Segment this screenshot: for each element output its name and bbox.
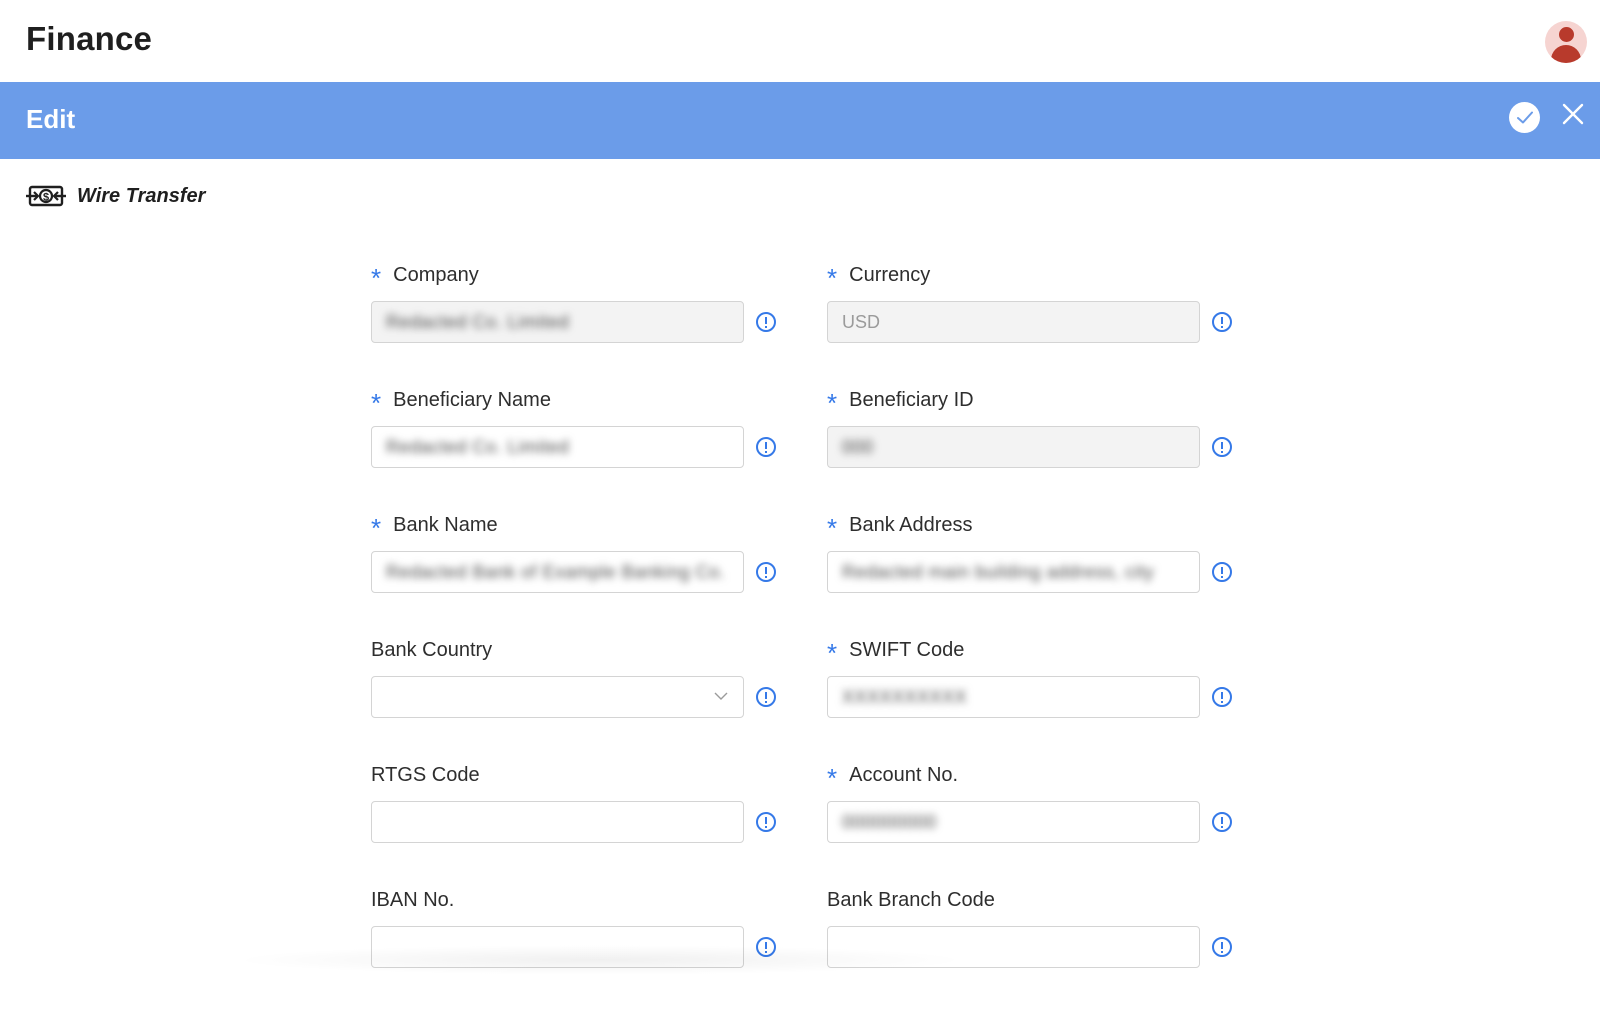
info-icon[interactable] (1212, 437, 1232, 457)
swift-code-input[interactable]: XXXXXXXXXX (827, 676, 1200, 718)
edit-title: Edit (26, 104, 76, 134)
beneficiary-id-field: * Beneficiary ID 000 (827, 386, 1247, 486)
info-icon[interactable] (756, 687, 776, 707)
beneficiary-id-label: * Beneficiary ID (827, 388, 974, 418)
rtgs-code-input[interactable] (371, 801, 744, 843)
bank-branch-code-label: Bank Branch Code (827, 888, 995, 911)
required-mark: * (827, 763, 838, 793)
required-mark: * (827, 638, 838, 668)
user-avatar[interactable] (1545, 21, 1587, 63)
section-title: $ Wire Transfer (26, 181, 205, 211)
beneficiary-id-input[interactable]: 000 (827, 426, 1200, 468)
info-icon[interactable] (1212, 562, 1232, 582)
info-icon[interactable] (756, 312, 776, 332)
currency-field: * Currency USD (827, 261, 1247, 361)
account-no-label: * Account No. (827, 763, 959, 793)
info-icon[interactable] (756, 437, 776, 457)
info-icon[interactable] (1212, 937, 1232, 957)
required-mark: * (827, 513, 838, 543)
chevron-down-icon (714, 692, 728, 700)
required-mark: * (827, 388, 838, 418)
app-title: Finance (26, 20, 153, 57)
avatar-head (1559, 27, 1574, 42)
avatar-body (1551, 45, 1581, 63)
swift-code-label: * SWIFT Code (827, 638, 965, 668)
bottom-shadow (230, 945, 970, 975)
rtgs-code-label: RTGS Code (371, 763, 480, 786)
top-bar: Finance (0, 0, 1600, 82)
close-icon (1562, 103, 1584, 125)
currency-input[interactable]: USD (827, 301, 1200, 343)
required-mark: * (827, 263, 838, 293)
beneficiary-name-label: * Beneficiary Name (371, 388, 551, 418)
confirm-button[interactable] (1509, 102, 1540, 133)
bank-country-label: Bank Country (371, 638, 493, 661)
check-icon (1517, 111, 1533, 124)
info-icon[interactable] (756, 812, 776, 832)
bank-address-input[interactable]: Redacted main building address, city (827, 551, 1200, 593)
beneficiary-name-field: * Beneficiary Name Redacted Co. Limited (371, 386, 791, 486)
iban-no-label: IBAN No. (371, 888, 455, 911)
info-icon[interactable] (1212, 312, 1232, 332)
company-input[interactable]: Redacted Co. Limited (371, 301, 744, 343)
bank-country-select[interactable] (371, 676, 744, 718)
company-label: * Company (371, 263, 479, 293)
required-mark: * (371, 388, 382, 418)
required-mark: * (371, 263, 382, 293)
close-button[interactable] (1561, 102, 1585, 126)
rtgs-code-field: RTGS Code (371, 761, 791, 861)
company-field: * Company Redacted Co. Limited (371, 261, 791, 361)
info-icon[interactable] (756, 562, 776, 582)
swift-code-field: * SWIFT Code XXXXXXXXXX (827, 636, 1247, 736)
bank-name-input[interactable]: Redacted Bank of Example Banking Co. (371, 551, 744, 593)
svg-text:$: $ (43, 192, 49, 204)
section-label: Wire Transfer (77, 184, 206, 207)
info-icon[interactable] (1212, 812, 1232, 832)
bank-country-field: Bank Country (371, 636, 791, 736)
bank-address-field: * Bank Address Redacted main building add… (827, 511, 1247, 611)
beneficiary-name-input[interactable]: Redacted Co. Limited (371, 426, 744, 468)
required-mark: * (371, 513, 382, 543)
account-no-field: * Account No. 000000000 (827, 761, 1247, 861)
bank-name-field: * Bank Name Redacted Bank of Example Bank… (371, 511, 791, 611)
account-no-input[interactable]: 000000000 (827, 801, 1200, 843)
currency-label: * Currency (827, 263, 931, 293)
money-transfer-icon: $ (26, 185, 66, 207)
edit-bar: Edit (0, 82, 1600, 159)
bank-name-label: * Bank Name (371, 513, 498, 543)
bank-address-label: * Bank Address (827, 513, 973, 543)
info-icon[interactable] (1212, 687, 1232, 707)
